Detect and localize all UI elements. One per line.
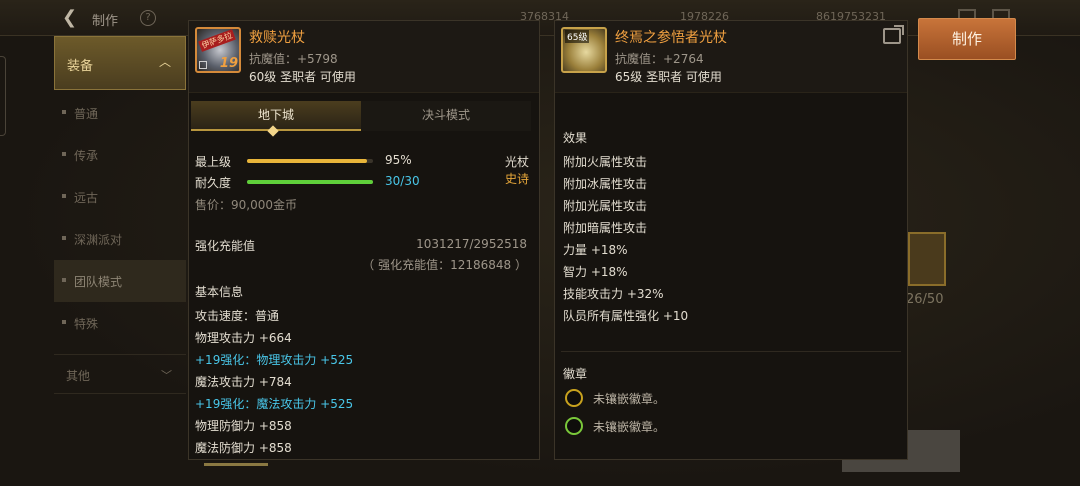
- effect-line: 智力 +18%: [563, 265, 628, 279]
- effect-line: 附加光属性攻击: [563, 199, 648, 213]
- item-tooltip-left: 伊萨多拉 19 救赎光杖 抗魔值：+5798 60级 圣职者 可使用 地下城 决…: [188, 20, 540, 460]
- sidebar-item-special[interactable]: 特殊: [54, 302, 186, 344]
- durability-label: 耐久度: [195, 176, 232, 190]
- grade-bar: [247, 159, 373, 163]
- sidebar-item-label: 传承: [74, 149, 99, 163]
- effect-line: 附加冰属性攻击: [563, 177, 648, 191]
- durability-bar-fill: [247, 180, 373, 184]
- effect-line: 队员所有属性强化 +10: [563, 309, 689, 323]
- divider: [561, 351, 901, 352]
- sidebar-item-normal[interactable]: 普通: [54, 92, 186, 134]
- sidebar-item-label: 普通: [74, 107, 99, 121]
- bullet-icon: [62, 320, 66, 324]
- sidebar-item-abyss[interactable]: 深渊派对: [54, 218, 186, 260]
- item-header: 65级 终焉之参悟者光杖 抗魔值：+2764 65级 圣职者 可使用: [555, 21, 907, 93]
- share-icon[interactable]: [883, 25, 904, 44]
- bullet-icon: [62, 278, 66, 282]
- sidebar-other-label: 其他: [66, 369, 91, 383]
- emblem-slot-icon[interactable]: [565, 389, 583, 407]
- grade-bar-fill: [247, 159, 367, 163]
- staff-item-icon: 伊萨多拉 19: [195, 27, 241, 73]
- effect-line: 附加火属性攻击: [563, 155, 648, 169]
- bullet-icon: [62, 110, 66, 114]
- sidebar-item-raid[interactable]: 团队模式: [54, 260, 186, 302]
- item-requirement: 60级 圣职者 可使用: [249, 70, 356, 84]
- magic-resist: 抗魔值：+2764: [615, 52, 704, 66]
- chevron-up-icon: ︿: [158, 55, 171, 69]
- stat-line: 魔法防御力 +858: [195, 441, 292, 455]
- emblem-slot-text: 未镶嵌徽章。: [593, 420, 666, 434]
- item-requirement: 65级 圣职者 可使用: [615, 70, 722, 84]
- bullet-icon: [62, 152, 66, 156]
- stat-line-enhance: +19强化：物理攻击力 +525: [195, 353, 354, 367]
- charge-label: 强化充能值: [195, 239, 256, 253]
- staff-item-icon: 65级: [561, 27, 607, 73]
- lock-icon: [199, 61, 207, 69]
- stat-line: 物理攻击力 +664: [195, 331, 292, 345]
- bullet-icon: [62, 194, 66, 198]
- sidebar-item-legacy[interactable]: 传承: [54, 134, 186, 176]
- mode-tabs: 地下城 决斗模式: [189, 101, 541, 137]
- effect-line: 技能攻击力 +32%: [563, 287, 664, 301]
- durability-value: 30/30: [385, 174, 420, 188]
- magic-resist: 抗魔值：+5798: [249, 52, 338, 66]
- durability-bar: [247, 180, 373, 184]
- charge-value: 1031217/2952518: [416, 237, 527, 251]
- tab-dungeon[interactable]: 地下城: [191, 101, 361, 131]
- sidebar-item-label: 团队模式: [74, 275, 123, 289]
- back-arrow-icon[interactable]: ❮: [62, 8, 82, 28]
- item-level-badge: 65级: [565, 30, 590, 43]
- sidebar-item-ancient[interactable]: 远古: [54, 176, 186, 218]
- sidebar-item-other[interactable]: 其他 ﹀: [54, 354, 186, 394]
- stat-line: 魔法攻击力 +784: [195, 375, 292, 389]
- stat-line: 物理防御力 +858: [195, 419, 292, 433]
- charge-total: （ 强化充能值：12186848 ）: [362, 258, 527, 272]
- effect-line: 力量 +18%: [563, 243, 628, 257]
- enhance-level: 19: [219, 56, 238, 71]
- category-sidebar: 装备 ︿ 普通 传承 远古 深渊派对 团队模式 特殊 其他 ﹀: [54, 36, 186, 436]
- chevron-down-icon: ﹀: [161, 369, 172, 382]
- tab-pvp[interactable]: 决斗模式: [361, 101, 531, 131]
- item-type: 光杖: [504, 155, 529, 169]
- grade-value: 95%: [385, 153, 412, 167]
- item-name: 救赎光杖: [249, 30, 305, 46]
- sidebar-header-label: 装备: [67, 59, 94, 74]
- bullet-icon: [62, 236, 66, 240]
- icon-tag: 伊萨多拉: [198, 29, 236, 52]
- emblem-slot-text: 未镶嵌徽章。: [593, 392, 666, 406]
- sidebar-header-equipment[interactable]: 装备 ︿: [54, 36, 186, 90]
- material-item-icon[interactable]: [908, 232, 946, 286]
- rarity: 史诗: [504, 172, 529, 186]
- grade-label: 最上级: [195, 155, 232, 169]
- material-count: 26/50: [906, 292, 944, 307]
- emblem-slot-icon[interactable]: [565, 417, 583, 435]
- sell-price: 售价：90,000金币: [195, 198, 297, 212]
- stat-line: 攻击速度：普通: [195, 309, 280, 323]
- basic-info-title: 基本信息: [195, 285, 244, 299]
- item-name: 终焉之参悟者光杖: [615, 30, 727, 46]
- craft-button[interactable]: 制作: [918, 18, 1016, 60]
- stat-line-enhance: +19强化：魔法攻击力 +525: [195, 397, 354, 411]
- emblem-title: 徽章: [563, 367, 588, 381]
- sidebar-item-label: 特殊: [74, 317, 99, 331]
- sidebar-item-label: 远古: [74, 191, 99, 205]
- page-title: 制作: [92, 14, 119, 29]
- item-tooltip-right: 65级 终焉之参悟者光杖 抗魔值：+2764 65级 圣职者 可使用 效果 附加…: [554, 20, 908, 460]
- sidebar-item-label: 深渊派对: [74, 233, 123, 247]
- left-edge-handle[interactable]: [0, 56, 6, 136]
- item-header: 伊萨多拉 19 救赎光杖 抗魔值：+5798 60级 圣职者 可使用: [189, 21, 539, 93]
- help-icon[interactable]: ?: [140, 10, 156, 26]
- effects-title: 效果: [563, 131, 588, 145]
- effect-line: 附加暗属性攻击: [563, 221, 648, 235]
